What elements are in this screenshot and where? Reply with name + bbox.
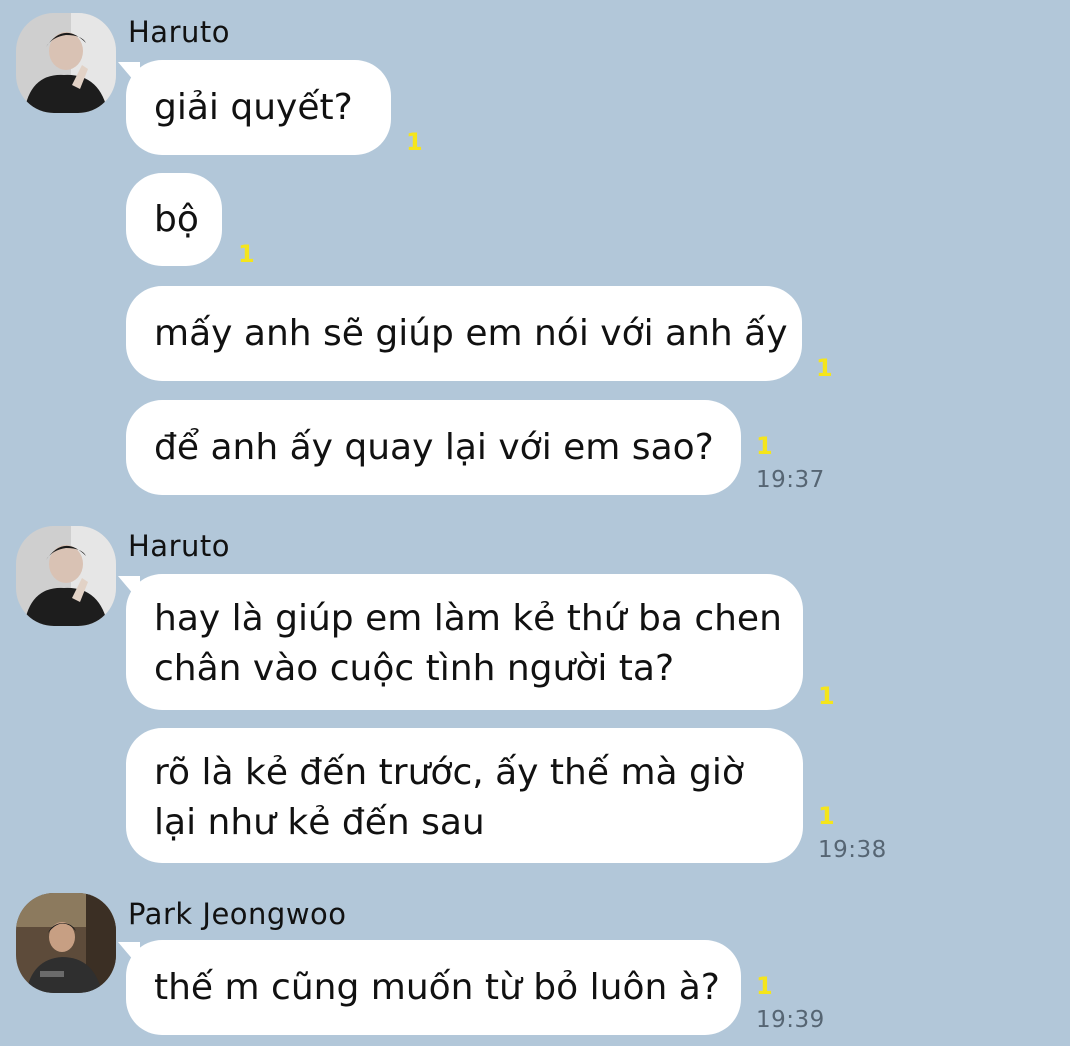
unread-count: 1 [818, 802, 835, 830]
unread-count: 1 [406, 128, 423, 156]
sender-avatar[interactable] [16, 893, 116, 993]
unread-count: 1 [756, 432, 773, 460]
unread-count: 1 [816, 354, 833, 382]
profile-photo-icon [16, 893, 116, 993]
message-text: để anh ấy quay lại với em sao? [154, 426, 714, 468]
message-bubble[interactable]: mấy anh sẽ giúp em nói với anh ấy [126, 286, 802, 381]
message-time: 19:37 [756, 467, 825, 493]
message-text: bộ [154, 198, 199, 240]
unread-count: 1 [818, 682, 835, 710]
sender-name: Park Jeongwoo [128, 897, 347, 931]
sender-name: Haruto [128, 529, 230, 563]
sender-avatar[interactable] [16, 526, 116, 626]
message-text-line: hay là giúp em làm kẻ thứ ba chen [154, 598, 782, 639]
message-text-line: rõ là kẻ đến trước, ấy thế mà giờ [154, 752, 744, 793]
message-bubble[interactable]: bộ [126, 173, 222, 266]
message-bubble[interactable]: thế m cũng muốn từ bỏ luôn à? [126, 940, 741, 1035]
message-bubble[interactable]: để anh ấy quay lại với em sao? [126, 400, 741, 495]
message-text: thế m cũng muốn từ bỏ luôn à? [154, 966, 720, 1008]
unread-count: 1 [756, 972, 773, 1000]
profile-photo-icon [16, 13, 116, 113]
profile-photo-icon [16, 526, 116, 626]
message-text-line: lại như kẻ đến sau [154, 802, 485, 843]
message-bubble[interactable]: hay là giúp em làm kẻ thứ ba chen chân v… [126, 574, 803, 710]
message-text: giải quyết? [154, 86, 353, 128]
unread-count: 1 [238, 240, 255, 268]
message-time: 19:38 [818, 837, 887, 863]
message-bubble[interactable]: giải quyết? [126, 60, 391, 155]
message-text: mấy anh sẽ giúp em nói với anh ấy [154, 312, 788, 354]
sender-name: Haruto [128, 15, 230, 49]
sender-avatar[interactable] [16, 13, 116, 113]
message-text-line: chân vào cuộc tình người ta? [154, 648, 675, 689]
message-time: 19:39 [756, 1007, 825, 1033]
message-bubble[interactable]: rõ là kẻ đến trước, ấy thế mà giờ lại nh… [126, 728, 803, 863]
